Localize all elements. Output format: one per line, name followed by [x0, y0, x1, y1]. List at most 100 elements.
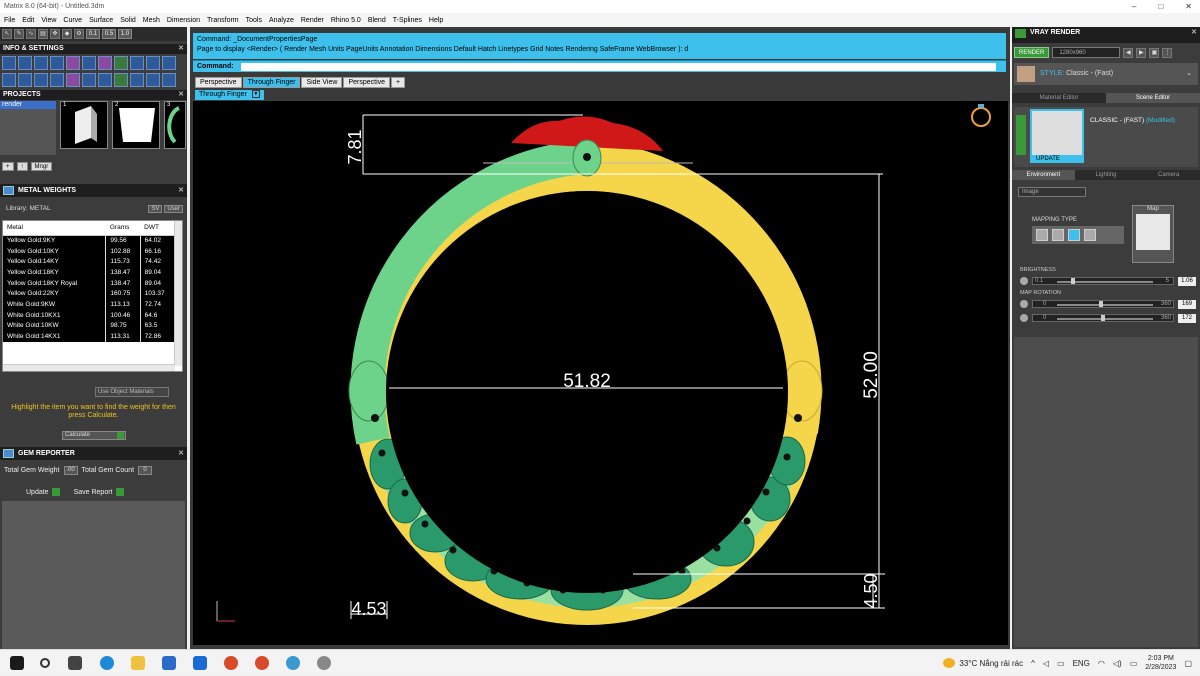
menu-tsplines[interactable]: T-Splines	[393, 17, 422, 24]
tab-through-finger[interactable]: Through Finger	[242, 77, 301, 88]
dimension-icon[interactable]	[146, 56, 160, 70]
mirror-icon[interactable]	[146, 73, 160, 87]
table-row[interactable]: Yellow Gold:14KY 115.73 74.42	[3, 256, 176, 268]
gear-tool-icon[interactable]: ⚙	[74, 29, 84, 39]
close-icon[interactable]: ✕	[1191, 27, 1197, 39]
network-icon[interactable]: ▭	[1057, 659, 1065, 668]
camera-icon[interactable]: ▣	[1149, 47, 1160, 58]
table-row[interactable]: White Gold:9KW 113.13 72.74	[3, 299, 176, 310]
layers-icon[interactable]	[34, 56, 48, 70]
prong-icon[interactable]	[82, 73, 96, 87]
table-row[interactable]: Yellow Gold:18KY Royal 138.47 89.04	[3, 277, 176, 289]
previous-icon[interactable]: ◀	[1123, 47, 1134, 58]
minimize-button[interactable]: –	[1132, 2, 1136, 11]
chrome-icon[interactable]	[224, 656, 238, 670]
brightness-value[interactable]: 1.06	[1178, 276, 1196, 286]
slider-knob[interactable]	[1071, 278, 1075, 284]
project-thumb[interactable]: 1	[60, 101, 108, 149]
close-icon[interactable]: ✕	[178, 447, 184, 460]
mail-icon[interactable]	[193, 656, 207, 670]
tab-environment[interactable]: Environment	[1012, 170, 1075, 180]
add-tab-button[interactable]: +	[391, 77, 406, 88]
tile-icon[interactable]	[2, 73, 16, 87]
select-tool-icon[interactable]: ↖	[2, 29, 12, 39]
app-icon[interactable]	[286, 656, 300, 670]
menu-dimension[interactable]: Dimension	[167, 17, 200, 24]
maximize-button[interactable]: □	[1158, 2, 1163, 11]
style-selector[interactable]: STYLE: Classic - (Fast) ⌄	[1014, 63, 1198, 85]
weather-widget[interactable]: 33°C Nắng rải rác	[943, 658, 1023, 668]
table-row[interactable]: Yellow Gold:18KY 138.47 89.04	[3, 267, 176, 278]
brightness-slider[interactable]: 0.1 5	[1032, 277, 1174, 285]
windows-start-icon[interactable]	[10, 656, 24, 670]
clock[interactable]: 2:03 PM 2/28/2023	[1145, 654, 1176, 672]
calculate-button[interactable]: Calculate	[62, 431, 126, 440]
menu-transform[interactable]: Transform	[207, 17, 239, 24]
grid-icon[interactable]	[114, 56, 128, 70]
layer-tool-icon[interactable]: ▤	[38, 29, 48, 39]
environment-type-select[interactable]: Image	[1018, 187, 1086, 197]
chrome-icon[interactable]	[255, 656, 269, 670]
up-button[interactable]: ↑	[16, 162, 28, 171]
ring-icon[interactable]	[66, 73, 80, 87]
search-icon[interactable]	[40, 658, 50, 668]
cylinder-map-icon[interactable]	[1084, 229, 1096, 241]
rotation2-slider[interactable]: 0 360	[1032, 314, 1174, 322]
snap-value-2[interactable]: 0.5	[102, 29, 116, 39]
export-icon[interactable]	[162, 73, 176, 87]
map-preview[interactable]: Map	[1132, 205, 1174, 263]
wifi-icon[interactable]: ◠	[1098, 659, 1105, 668]
file-explorer-icon[interactable]	[131, 656, 145, 670]
viewport-title[interactable]: Through Finger ▼	[195, 90, 264, 100]
cube-icon[interactable]	[18, 73, 32, 87]
menu-view[interactable]: View	[41, 17, 56, 24]
tab-side-view[interactable]: Side View	[301, 77, 343, 88]
update-button[interactable]: Update	[26, 488, 60, 496]
ring-icon[interactable]	[971, 104, 991, 127]
volume-icon[interactable]: ◁)	[1113, 659, 1122, 668]
menu-file[interactable]: File	[4, 17, 15, 24]
use-object-materials-select[interactable]: Use Object Materials	[95, 387, 169, 397]
tab-material-editor[interactable]: Material Editor	[1012, 93, 1106, 103]
close-icon[interactable]: ✕	[178, 44, 184, 54]
menu-rhino[interactable]: Rhino 5.0	[331, 17, 361, 24]
user-toggle[interactable]: User	[164, 205, 183, 213]
menu-surface[interactable]: Surface	[89, 17, 113, 24]
move-tool-icon[interactable]: ✥	[50, 29, 60, 39]
array-icon[interactable]	[130, 73, 144, 87]
material-icon[interactable]	[66, 56, 80, 70]
snap-value-3[interactable]: 1.0	[118, 29, 132, 39]
tab-perspective[interactable]: Perspective	[195, 77, 242, 88]
cube-map-icon[interactable]	[1052, 229, 1064, 241]
save-report-button[interactable]: Save Report	[74, 488, 124, 496]
menu-tools[interactable]: Tools	[246, 17, 262, 24]
close-icon[interactable]: ✕	[178, 90, 184, 100]
table-row[interactable]: White Gold:14KX1 113.31 72.86	[3, 331, 176, 342]
project-thumb[interactable]: 2	[112, 101, 160, 149]
pattern-icon[interactable]	[114, 73, 128, 87]
collapse-arrow-icon[interactable]	[1016, 115, 1026, 155]
table-row[interactable]: Yellow Gold:22KY 160.75 103.37	[3, 288, 176, 300]
rotation2-value[interactable]: 172	[1178, 313, 1196, 323]
resolution-field[interactable]: 1280x960	[1052, 47, 1121, 58]
menu-mesh[interactable]: Mesh	[143, 17, 160, 24]
command-input[interactable]	[241, 63, 996, 71]
menu-blend[interactable]: Blend	[368, 17, 386, 24]
sphere-icon[interactable]	[34, 73, 48, 87]
planar-map-icon[interactable]	[1036, 229, 1048, 241]
manager-button[interactable]: Mngr	[30, 162, 53, 171]
rotation1-value[interactable]: 169	[1178, 299, 1196, 309]
sv-toggle[interactable]: SV	[148, 205, 163, 213]
chevron-down-icon[interactable]: ⌄	[1186, 63, 1192, 85]
menu-solid[interactable]: Solid	[120, 17, 136, 24]
render-button[interactable]: RENDER	[1014, 47, 1050, 58]
table-row[interactable]: Yellow Gold:9KY 99.56 64.02	[3, 235, 176, 246]
menu-render[interactable]: Render	[301, 17, 324, 24]
language-indicator[interactable]: ENG	[1073, 659, 1090, 668]
table-horizontal-scrollbar[interactable]	[3, 364, 175, 371]
chevron-up-icon[interactable]: ^	[1031, 659, 1035, 668]
curve-tool-icon[interactable]: ∿	[26, 29, 36, 39]
next-icon[interactable]: ▶	[1136, 47, 1147, 58]
slider-knob[interactable]	[1101, 315, 1105, 321]
speaker-icon[interactable]: ◁	[1043, 659, 1049, 668]
